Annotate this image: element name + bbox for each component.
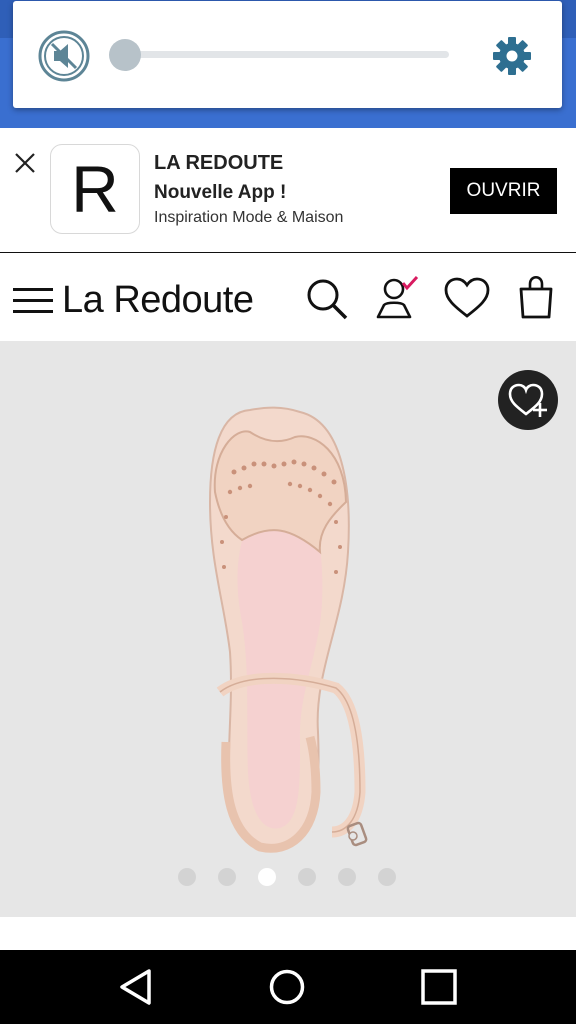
gallery-dot[interactable] <box>178 868 196 886</box>
banner-subtitle: Nouvelle App ! <box>154 182 287 203</box>
gallery-dot[interactable] <box>338 868 356 886</box>
account-icon[interactable] <box>375 275 421 321</box>
back-icon[interactable] <box>118 968 154 1006</box>
site-header: La Redoute <box>0 253 576 342</box>
app-icon[interactable]: R <box>50 144 140 234</box>
app-banner: R LA REDOUTE Nouvelle App ! Inspiration … <box>0 128 576 254</box>
wishlist-add-icon <box>508 383 547 417</box>
site-logo[interactable]: La Redoute <box>62 279 254 322</box>
product-gallery[interactable] <box>0 342 576 917</box>
settings-icon[interactable] <box>491 35 533 77</box>
volume-slider-thumb[interactable] <box>109 39 141 71</box>
wishlist-add-button[interactable] <box>498 370 558 430</box>
shopping-bag-icon[interactable] <box>518 275 554 319</box>
heart-icon[interactable] <box>444 277 490 319</box>
close-icon[interactable] <box>12 150 38 176</box>
volume-panel <box>13 1 562 108</box>
gallery-dot[interactable] <box>218 868 236 886</box>
gallery-dot-active[interactable] <box>258 868 276 886</box>
mute-icon[interactable] <box>38 30 90 82</box>
home-icon[interactable] <box>268 968 306 1006</box>
menu-icon[interactable] <box>13 286 53 316</box>
gallery-dot[interactable] <box>298 868 316 886</box>
product-image[interactable] <box>150 392 410 862</box>
gallery-dot[interactable] <box>378 868 396 886</box>
recents-icon[interactable] <box>420 968 458 1006</box>
volume-slider[interactable] <box>123 51 449 58</box>
banner-title: LA REDOUTE <box>154 152 284 174</box>
search-icon[interactable] <box>305 277 349 321</box>
open-app-button[interactable]: OUVRIR <box>450 168 557 214</box>
system-navigation-bar <box>0 950 576 1024</box>
banner-description: Inspiration Mode & Maison <box>154 209 344 226</box>
